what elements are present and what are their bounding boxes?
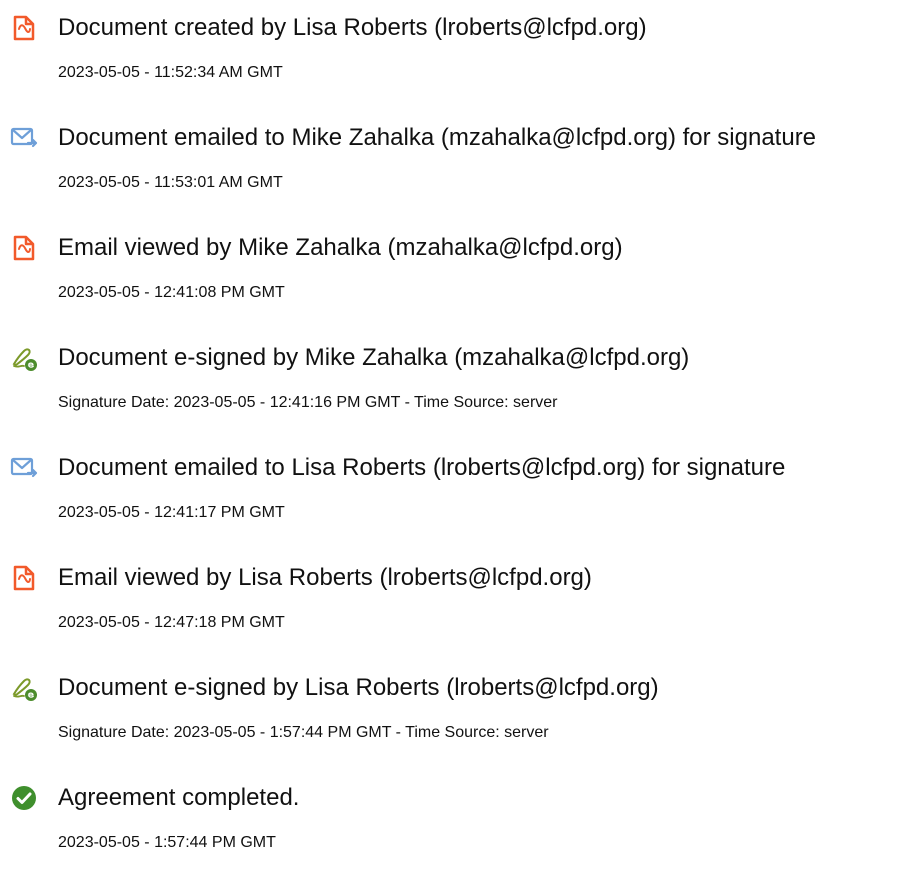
document-icon <box>10 14 38 42</box>
history-event-document-created: Document created by Lisa Roberts (lrober… <box>0 12 901 102</box>
event-timestamp: 2023-05-05 - 11:53:01 AM GMT <box>58 174 283 191</box>
history-event-email-viewed-mike: Email viewed by Mike Zahalka (mzahalka@l… <box>0 232 901 322</box>
event-timestamp: 2023-05-05 - 12:47:18 PM GMT <box>58 614 285 631</box>
event-timestamp: Signature Date: 2023-05-05 - 12:41:16 PM… <box>58 394 558 411</box>
history-event-agreement-completed: Agreement completed. 2023-05-05 - 1:57:4… <box>0 782 901 872</box>
history-event-esigned-lisa: Document e-signed by Lisa Roberts (lrobe… <box>0 672 901 762</box>
history-event-esigned-mike: Document e-signed by Mike Zahalka (mzaha… <box>0 342 901 432</box>
history-event-email-viewed-lisa: Email viewed by Lisa Roberts (lroberts@l… <box>0 562 901 652</box>
event-title: Agreement completed. <box>58 784 300 811</box>
check-circle-icon <box>10 784 38 812</box>
event-title: Document e-signed by Lisa Roberts (lrobe… <box>58 674 659 701</box>
event-timestamp: Signature Date: 2023-05-05 - 1:57:44 PM … <box>58 724 549 741</box>
esign-pen-icon <box>10 344 38 372</box>
email-sent-icon <box>10 454 38 482</box>
event-timestamp: 2023-05-05 - 12:41:17 PM GMT <box>58 504 285 521</box>
email-sent-icon <box>10 124 38 152</box>
event-title: Document created by Lisa Roberts (lrober… <box>58 14 647 41</box>
audit-history-timeline: Document created by Lisa Roberts (lrober… <box>0 0 901 882</box>
event-title: Email viewed by Lisa Roberts (lroberts@l… <box>58 564 592 591</box>
history-event-email-sent-lisa: Document emailed to Lisa Roberts (lrober… <box>0 452 901 542</box>
event-title: Email viewed by Mike Zahalka (mzahalka@l… <box>58 234 623 261</box>
history-event-email-sent-mike: Document emailed to Mike Zahalka (mzahal… <box>0 122 901 212</box>
event-title: Document e-signed by Mike Zahalka (mzaha… <box>58 344 690 371</box>
event-timestamp: 2023-05-05 - 11:52:34 AM GMT <box>58 64 283 81</box>
esign-pen-icon <box>10 674 38 702</box>
event-timestamp: 2023-05-05 - 1:57:44 PM GMT <box>58 834 276 851</box>
event-title: Document emailed to Mike Zahalka (mzahal… <box>58 124 817 151</box>
event-timestamp: 2023-05-05 - 12:41:08 PM GMT <box>58 284 285 301</box>
document-icon <box>10 564 38 592</box>
document-icon <box>10 234 38 262</box>
event-title: Document emailed to Lisa Roberts (lrober… <box>58 454 786 481</box>
